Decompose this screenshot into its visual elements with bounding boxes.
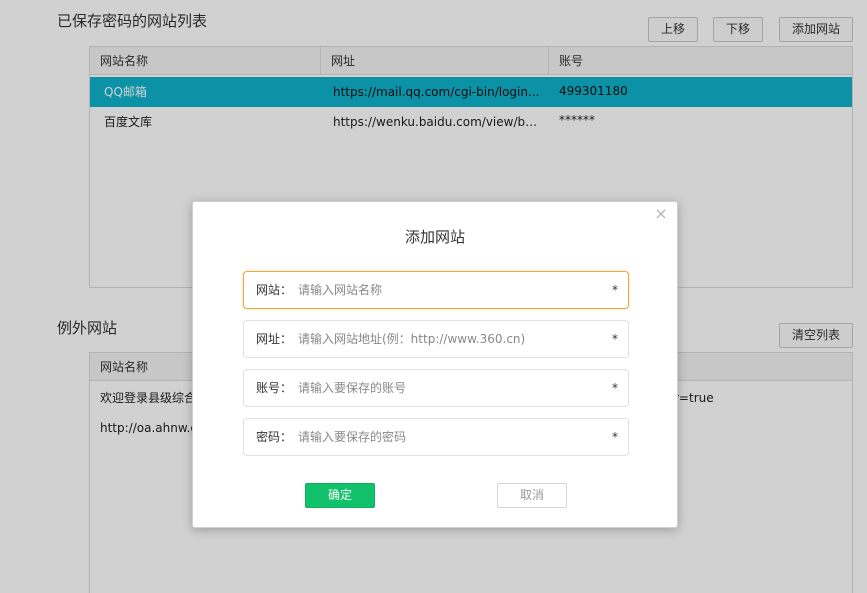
cancel-button[interactable]: 取消 [497, 483, 567, 508]
password-field: 密码： * [243, 418, 629, 456]
site-url-field: 网址： * [243, 320, 629, 358]
password-label: 密码： [256, 430, 293, 444]
site-name-label: 网站： [256, 283, 293, 297]
password-manager-page: 已保存密码的网站列表 上移 下移 添加网站 网站名称 网址 账号 QQ邮箱 ht… [0, 0, 867, 593]
close-icon[interactable]: × [653, 206, 669, 222]
account-field: 账号： * [243, 369, 629, 407]
site-url-label: 网址： [256, 332, 293, 346]
site-url-input[interactable] [298, 327, 598, 351]
account-label: 账号： [256, 381, 293, 395]
required-marker: * [612, 332, 618, 346]
confirm-button[interactable]: 确定 [305, 483, 375, 508]
required-marker: * [612, 430, 618, 444]
required-marker: * [612, 283, 618, 297]
site-name-input[interactable] [298, 278, 598, 302]
add-site-dialog: × 添加网站 网站： * 网址： * 账号： * 密码： * 确定 取消 [192, 201, 678, 528]
dialog-title: 添加网站 [404, 228, 465, 246]
password-input[interactable] [298, 425, 598, 449]
site-name-field: 网站： * [243, 271, 629, 309]
account-input[interactable] [298, 376, 598, 400]
required-marker: * [612, 381, 618, 395]
